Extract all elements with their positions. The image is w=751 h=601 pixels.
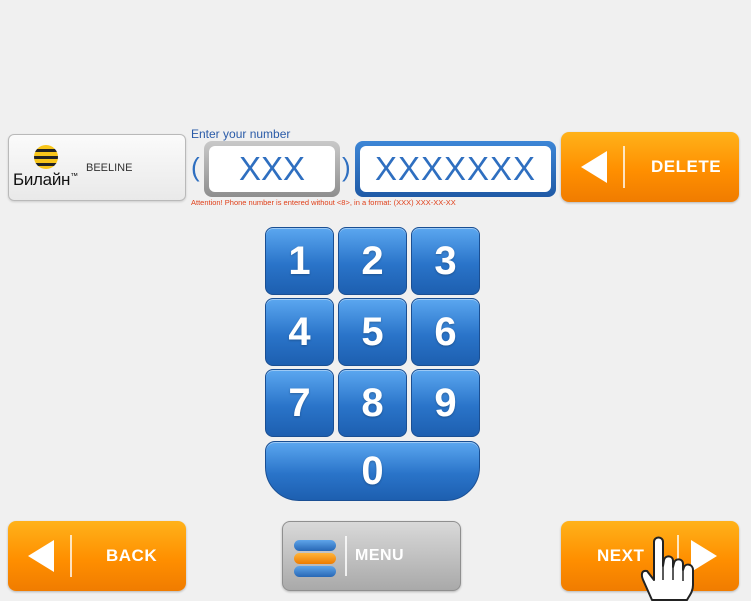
arrow-left-icon: [28, 540, 54, 572]
operator-name: BEELINE: [86, 162, 133, 174]
key-5[interactable]: 5: [338, 298, 407, 366]
key-6[interactable]: 6: [411, 298, 480, 366]
back-button[interactable]: BACK: [8, 521, 186, 591]
menu-button[interactable]: MENU: [282, 521, 461, 591]
button-divider: [345, 536, 347, 576]
phone-number-field[interactable]: XXXXXXX: [355, 141, 556, 197]
area-code-value: XXX: [209, 146, 335, 192]
close-paren: ): [342, 152, 351, 182]
delete-label: DELETE: [651, 157, 722, 176]
button-divider: [623, 146, 625, 188]
key-7[interactable]: 7: [265, 369, 334, 437]
operator-card: Билайн™ BEELINE: [8, 134, 186, 201]
key-0[interactable]: 0: [265, 441, 480, 501]
beeline-logo-text: Билайн™: [13, 170, 78, 189]
key-9[interactable]: 9: [411, 369, 480, 437]
stack-icon: [294, 540, 336, 578]
attention-message: Attention! Phone number is entered witho…: [191, 198, 456, 207]
key-3[interactable]: 3: [411, 227, 480, 295]
button-divider: [70, 535, 72, 577]
back-label: BACK: [106, 546, 158, 565]
arrow-left-icon: [581, 151, 607, 183]
menu-label: MENU: [355, 547, 405, 564]
delete-button[interactable]: DELETE: [561, 132, 739, 202]
open-paren: (: [191, 152, 200, 182]
key-1[interactable]: 1: [265, 227, 334, 295]
area-code-field[interactable]: XXX: [204, 141, 340, 197]
enter-number-label: Enter your number: [191, 127, 291, 141]
beeline-ball-icon: [34, 145, 58, 169]
key-8[interactable]: 8: [338, 369, 407, 437]
key-2[interactable]: 2: [338, 227, 407, 295]
phone-number-value: XXXXXXX: [360, 146, 551, 192]
beeline-logo-icon: Билайн™: [13, 145, 78, 191]
hand-pointer-icon: [640, 536, 694, 601]
key-4[interactable]: 4: [265, 298, 334, 366]
